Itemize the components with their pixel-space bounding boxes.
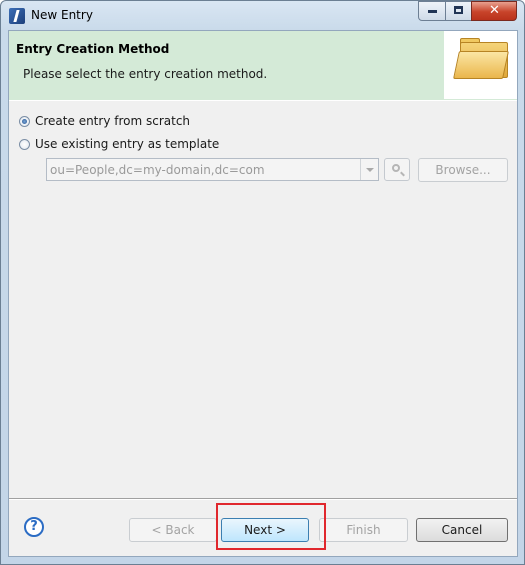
cancel-button[interactable]: Cancel xyxy=(416,518,508,542)
browse-entry-icon-button xyxy=(384,158,410,181)
radio-create-from-scratch[interactable] xyxy=(19,115,30,127)
template-dn-value: ou=People,dc=my-domain,dc=com xyxy=(50,163,265,177)
template-dn-combo: ou=People,dc=my-domain,dc=com xyxy=(46,158,379,181)
chevron-down-icon xyxy=(360,159,378,180)
maximize-icon xyxy=(454,6,463,14)
banner-title: Entry Creation Method xyxy=(16,42,170,56)
maximize-button[interactable] xyxy=(445,1,472,21)
banner-divider xyxy=(9,100,517,101)
option-use-template[interactable]: Use existing entry as template xyxy=(19,136,219,152)
dialog-window: New Entry ✕ Entry Creation Method Please… xyxy=(0,0,525,565)
next-button[interactable]: Next > xyxy=(221,518,309,542)
back-button: < Back xyxy=(129,518,217,542)
folder-icon xyxy=(444,31,517,99)
search-icon xyxy=(392,164,400,172)
radio-use-template[interactable] xyxy=(19,138,30,150)
title-bar[interactable]: New Entry ✕ xyxy=(1,1,524,30)
create-from-scratch-label[interactable]: Create entry from scratch xyxy=(35,114,190,128)
dialog-body: Entry Creation Method Please select the … xyxy=(8,30,518,557)
close-button[interactable]: ✕ xyxy=(471,1,517,21)
app-icon xyxy=(9,8,25,24)
finish-button: Finish xyxy=(319,518,408,542)
browse-button: Browse... xyxy=(418,158,508,182)
window-title: New Entry xyxy=(31,8,93,22)
minimize-icon xyxy=(428,10,437,13)
option-create-from-scratch[interactable]: Create entry from scratch xyxy=(19,113,190,129)
close-icon: ✕ xyxy=(489,3,500,18)
banner-description: Please select the entry creation method. xyxy=(23,67,268,81)
minimize-button[interactable] xyxy=(418,1,446,21)
help-icon[interactable]: ? xyxy=(24,517,44,537)
wizard-banner: Entry Creation Method Please select the … xyxy=(9,31,517,101)
use-template-label[interactable]: Use existing entry as template xyxy=(35,137,219,151)
